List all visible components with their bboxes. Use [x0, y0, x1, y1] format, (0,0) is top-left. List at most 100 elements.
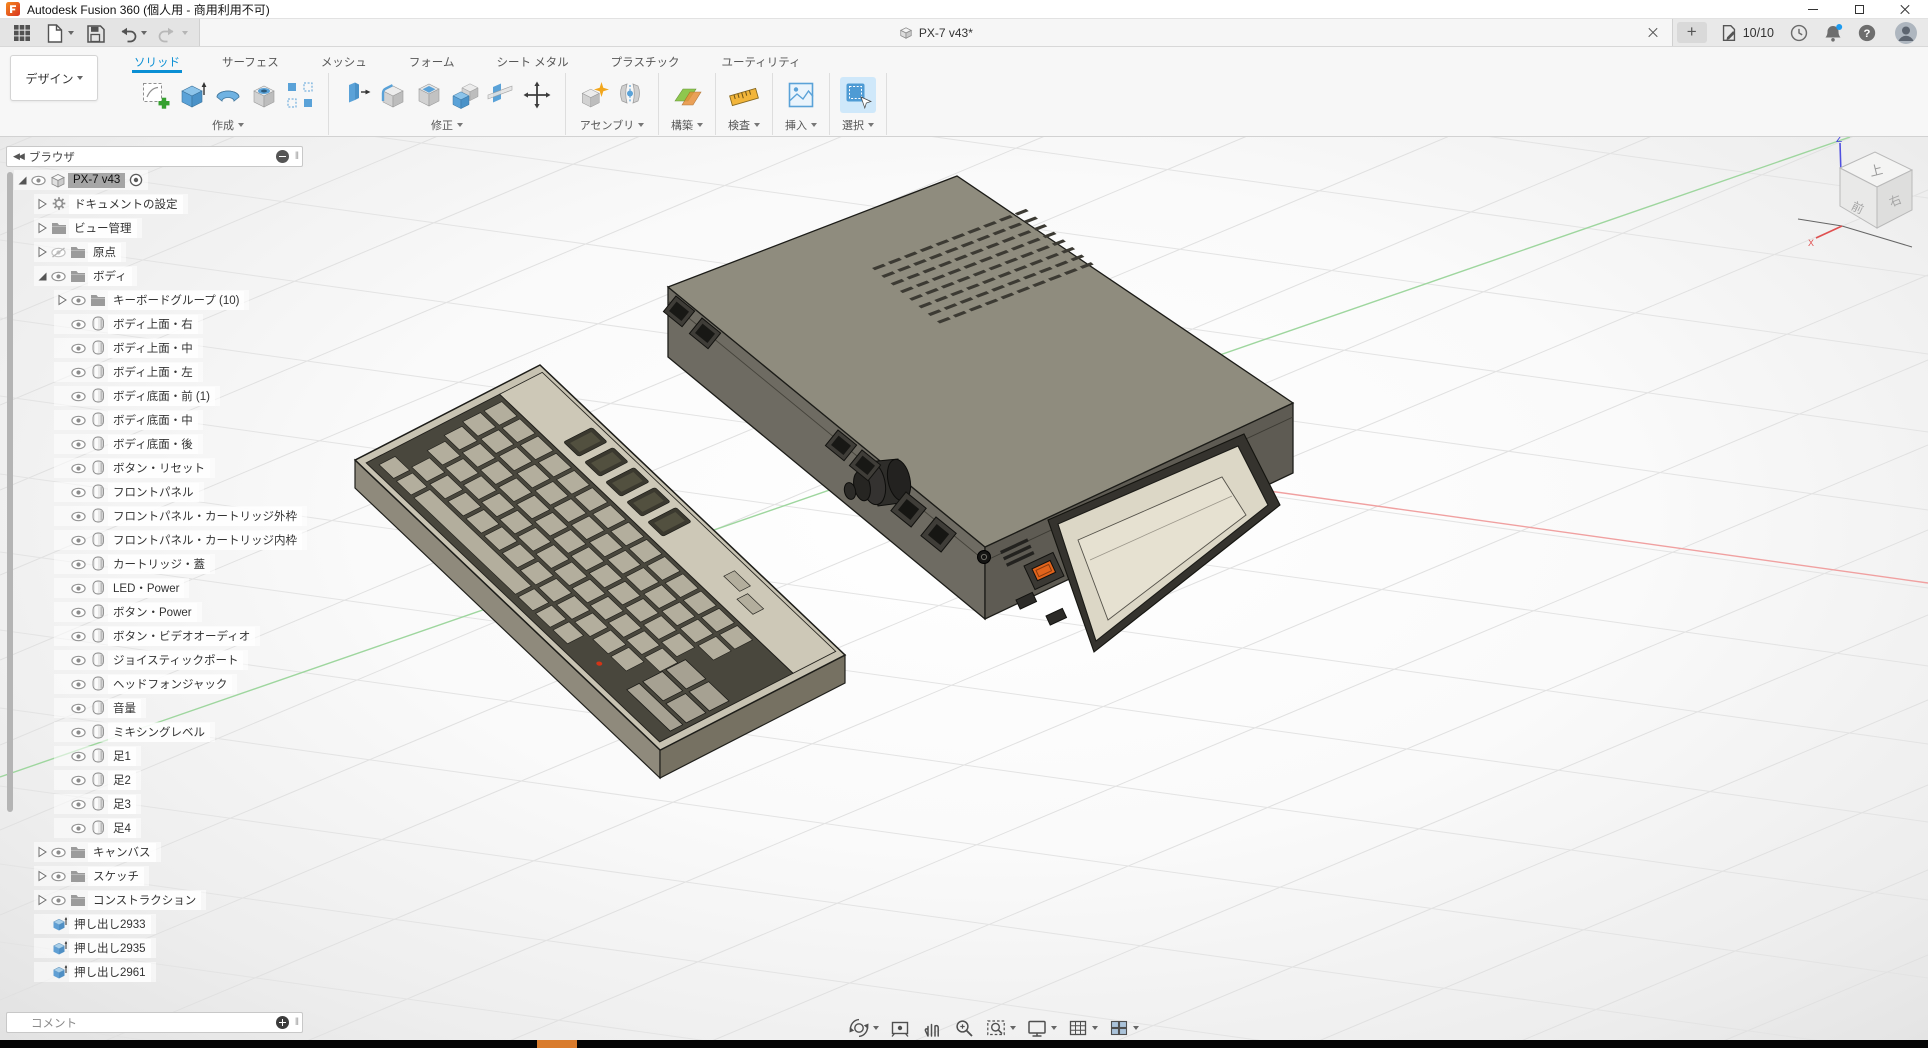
extrude-button[interactable] [174, 77, 210, 113]
tree-row[interactable]: キーボードグループ (10) [54, 290, 249, 310]
display-settings-button[interactable] [1023, 1015, 1060, 1041]
tree-row[interactable]: ヘッドフォンジャック [54, 674, 237, 694]
tree-row[interactable]: 音量 [54, 698, 146, 718]
fit-button[interactable] [982, 1015, 1019, 1041]
ribbon-tab-メッシュ[interactable]: メッシュ [319, 51, 369, 73]
visibility-eye-icon[interactable] [71, 439, 86, 450]
close-button[interactable] [1882, 0, 1928, 19]
visibility-eye-icon[interactable] [71, 343, 86, 354]
visibility-eye-icon[interactable] [71, 535, 86, 546]
new-tab-button[interactable]: + [1677, 22, 1707, 43]
tree-collapsed-icon[interactable] [56, 294, 68, 306]
zoom-button[interactable] [950, 1015, 978, 1041]
combine-button[interactable] [447, 77, 483, 113]
tree-collapsed-icon[interactable] [36, 870, 48, 882]
activate-radio-icon[interactable] [129, 173, 143, 187]
tree-collapsed-icon[interactable] [36, 198, 48, 210]
tree-row[interactable]: LED・Power [54, 578, 189, 598]
ribbon-tab-ソリッド[interactable]: ソリッド [132, 51, 182, 73]
ribbon-group-label-挿入[interactable]: 挿入 [785, 117, 817, 133]
document-tab[interactable]: PX-7 v43* [200, 19, 1673, 46]
taskbar-sliver[interactable] [0, 1040, 1928, 1048]
select-button[interactable] [840, 77, 876, 113]
save-button[interactable] [79, 21, 111, 45]
measure-button[interactable] [726, 77, 762, 113]
account-button[interactable] [1884, 19, 1928, 46]
grid-settings-button[interactable] [1064, 1015, 1101, 1041]
visibility-eye-icon[interactable] [71, 823, 86, 834]
tree-row[interactable]: 足4 [54, 818, 141, 838]
taskbar-active-app[interactable] [537, 1040, 577, 1048]
pattern-button[interactable] [282, 77, 318, 113]
tree-row[interactable]: ボタン・ビデオオーディオ [54, 626, 260, 646]
tree-row[interactable]: コンストラクション [34, 890, 206, 910]
visibility-eye-icon[interactable] [71, 367, 86, 378]
browser-scrollbar[interactable] [7, 172, 13, 812]
pan-button[interactable] [918, 1015, 946, 1041]
ribbon-tab-サーフェス[interactable]: サーフェス [220, 51, 281, 73]
tree-row[interactable]: フロントパネル [54, 482, 204, 502]
shell-button[interactable] [411, 77, 447, 113]
browser-header[interactable]: ◀◀ ブラウザ ‖ [6, 146, 303, 167]
tree-row[interactable]: 押し出し2935 [34, 938, 156, 958]
orbit-button[interactable] [845, 1015, 882, 1041]
notifications-button[interactable] [1816, 19, 1850, 46]
ribbon-tab-フォーム[interactable]: フォーム [407, 51, 457, 73]
tree-row[interactable]: フロントパネル・カートリッジ内枠 [54, 530, 307, 550]
comment-box[interactable]: コメント ‖ [6, 1012, 303, 1033]
insert-button[interactable] [783, 77, 819, 113]
visibility-eye-icon[interactable] [71, 487, 86, 498]
maximize-button[interactable] [1836, 0, 1882, 19]
look-at-button[interactable] [886, 1015, 914, 1041]
visibility-eye-icon[interactable] [71, 703, 86, 714]
visibility-eye-off-icon[interactable] [51, 247, 66, 258]
tree-row[interactable]: ボディ上面・左 [54, 362, 203, 382]
visibility-eye-icon[interactable] [51, 271, 66, 282]
visibility-eye-icon[interactable] [71, 727, 86, 738]
press-pull-button[interactable] [339, 77, 375, 113]
tree-row[interactable]: カートリッジ・蓋 [54, 554, 215, 574]
tree-row[interactable]: ボディ上面・中 [54, 338, 203, 358]
ribbon-tab-シート メタル[interactable]: シート メタル [494, 51, 570, 73]
visibility-eye-icon[interactable] [71, 607, 86, 618]
create-sketch-button[interactable] [138, 77, 174, 113]
panel-grip[interactable]: ‖ [295, 151, 299, 162]
visibility-eye-icon[interactable] [71, 775, 86, 786]
revolve-button[interactable] [210, 77, 246, 113]
file-new-button[interactable] [38, 21, 79, 45]
panel-minimize-icon[interactable] [276, 150, 289, 163]
tree-row[interactable]: ボディ底面・中 [54, 410, 203, 430]
tree-row[interactable]: フロントパネル・カートリッジ外枠 [54, 506, 307, 526]
redo-button[interactable] [152, 21, 193, 45]
tree-expanded-icon[interactable] [36, 270, 48, 282]
tree-row[interactable]: ボディ底面・後 [54, 434, 203, 454]
tree-row[interactable]: 足3 [54, 794, 141, 814]
app-grid-button[interactable] [6, 21, 38, 45]
ribbon-group-label-選択[interactable]: 選択 [842, 117, 874, 133]
visibility-eye-icon[interactable] [31, 175, 46, 186]
tree-collapsed-icon[interactable] [36, 846, 48, 858]
visibility-eye-icon[interactable] [71, 319, 86, 330]
tree-collapsed-icon[interactable] [36, 894, 48, 906]
construction-plane-button[interactable] [669, 77, 705, 113]
document-tab-close-icon[interactable] [1644, 24, 1662, 42]
split-button[interactable] [483, 77, 519, 113]
ribbon-group-label-検査[interactable]: 検査 [728, 117, 760, 133]
visibility-eye-icon[interactable] [51, 895, 66, 906]
tree-row[interactable]: 足1 [54, 746, 141, 766]
tree-row[interactable]: スケッチ [34, 866, 149, 886]
minimize-button[interactable] [1790, 0, 1836, 19]
visibility-eye-icon[interactable] [71, 631, 86, 642]
visibility-eye-icon[interactable] [71, 511, 86, 522]
tree-row[interactable]: ボタン・Power [54, 602, 202, 622]
hole-button[interactable] [246, 77, 282, 113]
tree-row[interactable]: ボディ上面・右 [54, 314, 203, 334]
tree-collapsed-icon[interactable] [36, 222, 48, 234]
visibility-eye-icon[interactable] [71, 583, 86, 594]
version-button[interactable]: 10/10 [1711, 19, 1782, 46]
visibility-eye-icon[interactable] [71, 463, 86, 474]
viewport-canvas[interactable]: 上 前 右 Z X [0, 137, 1928, 1040]
visibility-eye-icon[interactable] [71, 415, 86, 426]
visibility-eye-icon[interactable] [71, 295, 86, 306]
tree-row[interactable]: ボディ底面・前 (1) [54, 386, 220, 406]
